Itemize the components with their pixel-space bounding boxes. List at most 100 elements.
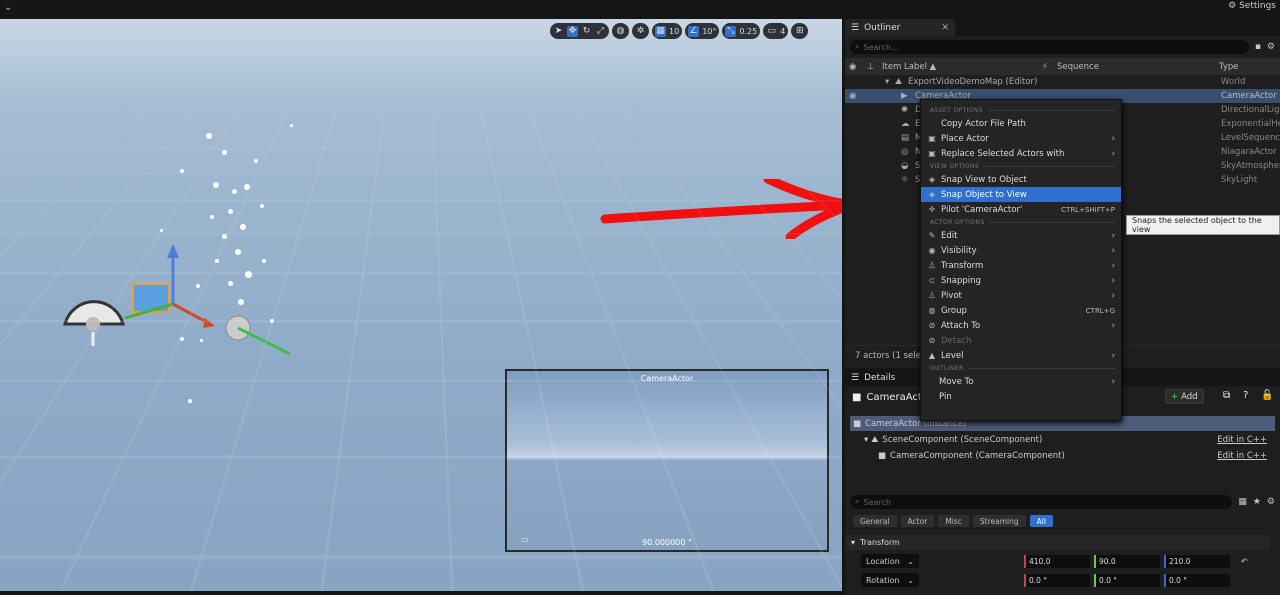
expand-arrow-icon[interactable]: ▾ <box>885 77 889 87</box>
filter-all[interactable]: All <box>1029 515 1053 527</box>
component-row[interactable]: ▾ ⛰ SceneComponent (SceneComponent) Edit in… <box>850 432 1275 447</box>
row-type: SkyAtmospher <box>1221 161 1280 171</box>
star-icon[interactable]: ★ <box>1253 497 1261 507</box>
camera-actor-gizmo[interactable] <box>55 244 315 384</box>
menu-visibility[interactable]: ◉ Visibility › <box>921 243 1121 258</box>
menu-snapping[interactable]: ⊂ Snapping › <box>921 273 1121 288</box>
gear-icon[interactable]: ⚙ <box>1267 497 1275 507</box>
scale-snap[interactable]: ⤡ 0.25 <box>722 23 761 39</box>
menu-label: Pilot 'CameraActor' <box>941 204 1023 215</box>
rotation-z-field[interactable]: 0.0 ° <box>1164 573 1230 587</box>
outliner-search-input[interactable]: ⌕ Search... <box>850 40 1249 54</box>
visibility-icon[interactable]: ◉ <box>849 62 856 72</box>
menu-pin[interactable]: Pin <box>921 389 1121 404</box>
camera-icon: ▭ <box>767 26 776 36</box>
column-type[interactable]: Type <box>1219 62 1239 72</box>
context-menu: ASSET OPTIONS Copy Actor File Path ▣ Plac… <box>920 99 1122 421</box>
location-dropdown[interactable]: Location ⌄ <box>861 554 919 568</box>
lock-icon[interactable]: 🔓 <box>1261 390 1273 401</box>
menu-label: Attach To <box>941 320 981 331</box>
search-icon: ⌕ <box>855 42 860 51</box>
filter-misc[interactable]: Misc <box>938 515 969 527</box>
add-component-button[interactable]: + Add <box>1165 389 1204 404</box>
transform-tools: ➤ ✥ ↻ ⤢ <box>550 23 609 39</box>
menu-pilot-actor[interactable]: ✛ Pilot 'CameraActor' CTRL+SHIFT+P <box>921 202 1121 217</box>
column-item-label[interactable]: Item Label ▲ <box>882 62 936 72</box>
menu-copy-actor-file-path[interactable]: Copy Actor File Path <box>921 116 1121 131</box>
rotation-x-field[interactable]: 0.0 ° <box>1024 573 1090 587</box>
viewport-layout[interactable]: ⊞ <box>791 23 809 39</box>
tab-outliner[interactable]: ☰ Outliner ✕ <box>845 19 955 36</box>
rotation-dropdown[interactable]: Rotation ⌄ <box>861 573 919 587</box>
close-icon[interactable]: ✕ <box>941 23 949 33</box>
search-icon: ⌕ <box>855 497 860 506</box>
menu-level[interactable]: ▲ Level › <box>921 348 1121 363</box>
pin-icon[interactable]: ⊥ <box>867 62 874 72</box>
snap-view-icon: ◈ <box>928 175 936 184</box>
location-x-field[interactable]: 410.0 <box>1024 554 1090 568</box>
list-icon: ☰ <box>851 22 860 33</box>
folder-icon[interactable]: ▪ <box>1255 42 1261 52</box>
location-z-field[interactable]: 210.0 <box>1164 554 1230 568</box>
menu-label: Detach <box>941 335 972 346</box>
surface-snap[interactable]: ✲ <box>632 23 649 39</box>
select-icon[interactable]: ➤ <box>553 26 564 37</box>
row-type: NiagaraActor <box>1221 147 1277 157</box>
component-label: SceneComponent (SceneComponent) <box>882 434 1043 445</box>
actor-name[interactable]: CameraActo <box>866 392 927 403</box>
menu-edit[interactable]: ✎ Edit › <box>921 228 1121 243</box>
chevron-down-icon[interactable]: ⌄ <box>4 2 12 13</box>
menu-group[interactable]: ◍ Group CTRL+G <box>921 303 1121 318</box>
angle-snap[interactable]: ∠ 10° <box>685 23 720 39</box>
grid-snap[interactable]: ▦ 10 <box>652 23 683 39</box>
transform-section-label: Transform <box>860 538 900 547</box>
collapse-arrow-icon: ▾ <box>851 538 856 547</box>
blueprint-icon[interactable]: ⧉ <box>1223 390 1230 401</box>
camera-speed[interactable]: ▭ 4 <box>763 23 789 39</box>
world-icon: ⛰ <box>895 77 903 87</box>
details-search-input[interactable]: ⌕ Search <box>850 495 1233 509</box>
section-outliner: OUTLINER <box>921 363 1121 374</box>
pivot-icon: ⏃ <box>928 291 936 300</box>
rotate-icon[interactable]: ↻ <box>581 26 592 37</box>
gear-icon[interactable]: ⚙ <box>1267 42 1275 52</box>
component-row[interactable]: ■ CameraComponent (CameraComponent) Edit i… <box>850 448 1275 463</box>
menu-attach-to[interactable]: ⊘ Attach To › <box>921 318 1121 333</box>
plus-icon: + <box>1171 391 1179 402</box>
transform-section[interactable]: ▾ Transform <box>845 535 1270 550</box>
menu-pivot[interactable]: ⏃ Pivot › <box>921 288 1121 303</box>
menu-snap-object-to-view[interactable]: ◈ Snap Object to View <box>921 187 1121 202</box>
world-local-toggle[interactable]: ◍ <box>612 23 629 39</box>
tab-details-label: Details <box>864 372 896 383</box>
filter-general[interactable]: General <box>853 515 897 527</box>
reset-icon[interactable]: ↶ <box>1241 557 1248 566</box>
chevron-right-icon: › <box>1111 320 1115 331</box>
menu-replace-selected-actors[interactable]: ▣ Replace Selected Actors with › <box>921 146 1121 161</box>
level-viewport[interactable]: ➤ ✥ ↻ ⤢ ◍ ✲ ▦ 10 ∠ 10° ⤡ 0.25 ▭ 4 ⊞ Came… <box>0 19 842 591</box>
menu-transform[interactable]: ⏃ Transform › <box>921 258 1121 273</box>
settings-button[interactable]: ⚙ Settings <box>1228 1 1276 11</box>
eye-icon[interactable]: ◉ <box>849 91 856 101</box>
edit-in-cpp-link[interactable]: Edit in C++ <box>1217 435 1267 445</box>
skylight-icon: ☼ <box>901 175 909 185</box>
scale-snap-value: 0.25 <box>739 26 758 36</box>
outliner-row[interactable]: ▾ ⛰ ExportVideoDemoMap (Editor) World <box>845 75 1280 89</box>
menu-move-to[interactable]: Move To › <box>921 374 1121 389</box>
outliner-header: ◉ ⊥ Item Label ▲ ⚡ Sequence Type <box>845 58 1280 75</box>
scale-icon[interactable]: ⤢ <box>595 26 606 37</box>
menu-label: Place Actor <box>941 133 989 144</box>
rotation-y-field[interactable]: 0.0 ° <box>1094 573 1160 587</box>
menu-label: Edit <box>941 230 958 241</box>
chevron-right-icon: › <box>1111 290 1115 301</box>
menu-detach: ⊘ Detach <box>921 333 1121 348</box>
edit-in-cpp-link[interactable]: Edit in C++ <box>1217 451 1267 461</box>
filter-actor[interactable]: Actor <box>900 515 935 527</box>
table-icon[interactable]: ▦ <box>1238 497 1247 507</box>
help-icon[interactable]: ? <box>1243 390 1248 401</box>
filter-streaming[interactable]: Streaming <box>972 515 1026 527</box>
menu-snap-view-to-object[interactable]: ◈ Snap View to Object <box>921 172 1121 187</box>
location-y-field[interactable]: 90.0 <box>1094 554 1160 568</box>
column-sequence[interactable]: Sequence <box>1057 62 1099 72</box>
move-icon[interactable]: ✥ <box>567 25 578 37</box>
menu-place-actor[interactable]: ▣ Place Actor › <box>921 131 1121 146</box>
